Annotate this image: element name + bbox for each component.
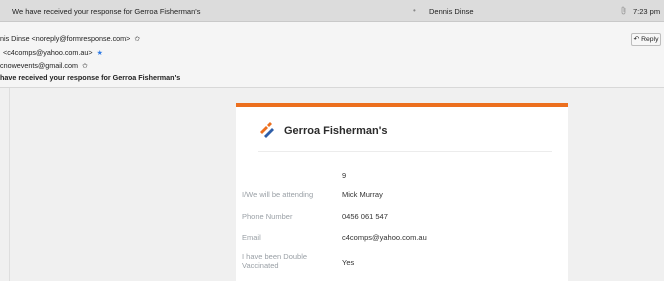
reply-icon: ↶ — [633, 36, 640, 43]
row-subject: We have received your response for Gerro… — [12, 7, 201, 16]
cc-address[interactable]: cnowevents@gmail.com — [0, 61, 78, 70]
reply-label: Reply — [641, 36, 659, 43]
row-time: 7:23 pm — [633, 7, 661, 16]
response-card: Gerroa Fisherman's 9 I/We will be attend… — [236, 103, 568, 281]
row-sender: Dennis Dinse — [429, 7, 474, 16]
field-value: 0456 061 547 — [342, 212, 388, 221]
field-label: I/We will be attending — [242, 190, 314, 199]
divider — [258, 151, 552, 152]
from-line: nis Dinse <noreply@formresponse.com> ✩ — [0, 34, 140, 43]
cc-line: cnowevents@gmail.com ✩ — [0, 61, 88, 70]
reply-button[interactable]: ↶ Reply — [631, 33, 661, 46]
field-value: Yes — [342, 258, 355, 267]
star-icon[interactable]: ✩ — [134, 36, 140, 43]
to-line: <c4comps@yahoo.com.au> ★ — [3, 48, 103, 57]
subject-line: have received your response for Gerroa F… — [0, 73, 181, 82]
message-list-row[interactable]: We have received your response for Gerro… — [0, 0, 664, 22]
unread-dot-icon: • — [413, 6, 416, 15]
field-label: I have been Double Vaccinated — [242, 252, 308, 270]
field-value: 9 — [342, 171, 347, 180]
message-header: nis Dinse <noreply@formresponse.com> ✩ <… — [0, 22, 664, 88]
brand-name: Gerroa Fisherman's — [284, 125, 388, 137]
from-address[interactable]: nis Dinse <noreply@formresponse.com> — [0, 34, 130, 43]
clip-icon — [620, 6, 627, 17]
gerroa-logo-icon — [260, 122, 274, 138]
star-filled-icon[interactable]: ★ — [97, 50, 103, 57]
email-value[interactable]: c4comps@yahoo.com.au — [342, 233, 427, 242]
field-label: Phone Number — [242, 212, 293, 221]
field-label: Email — [242, 233, 261, 242]
field-value: Mick Murray — [342, 190, 383, 199]
star-icon[interactable]: ✩ — [82, 63, 88, 70]
to-address[interactable]: <c4comps@yahoo.com.au> — [3, 48, 93, 57]
